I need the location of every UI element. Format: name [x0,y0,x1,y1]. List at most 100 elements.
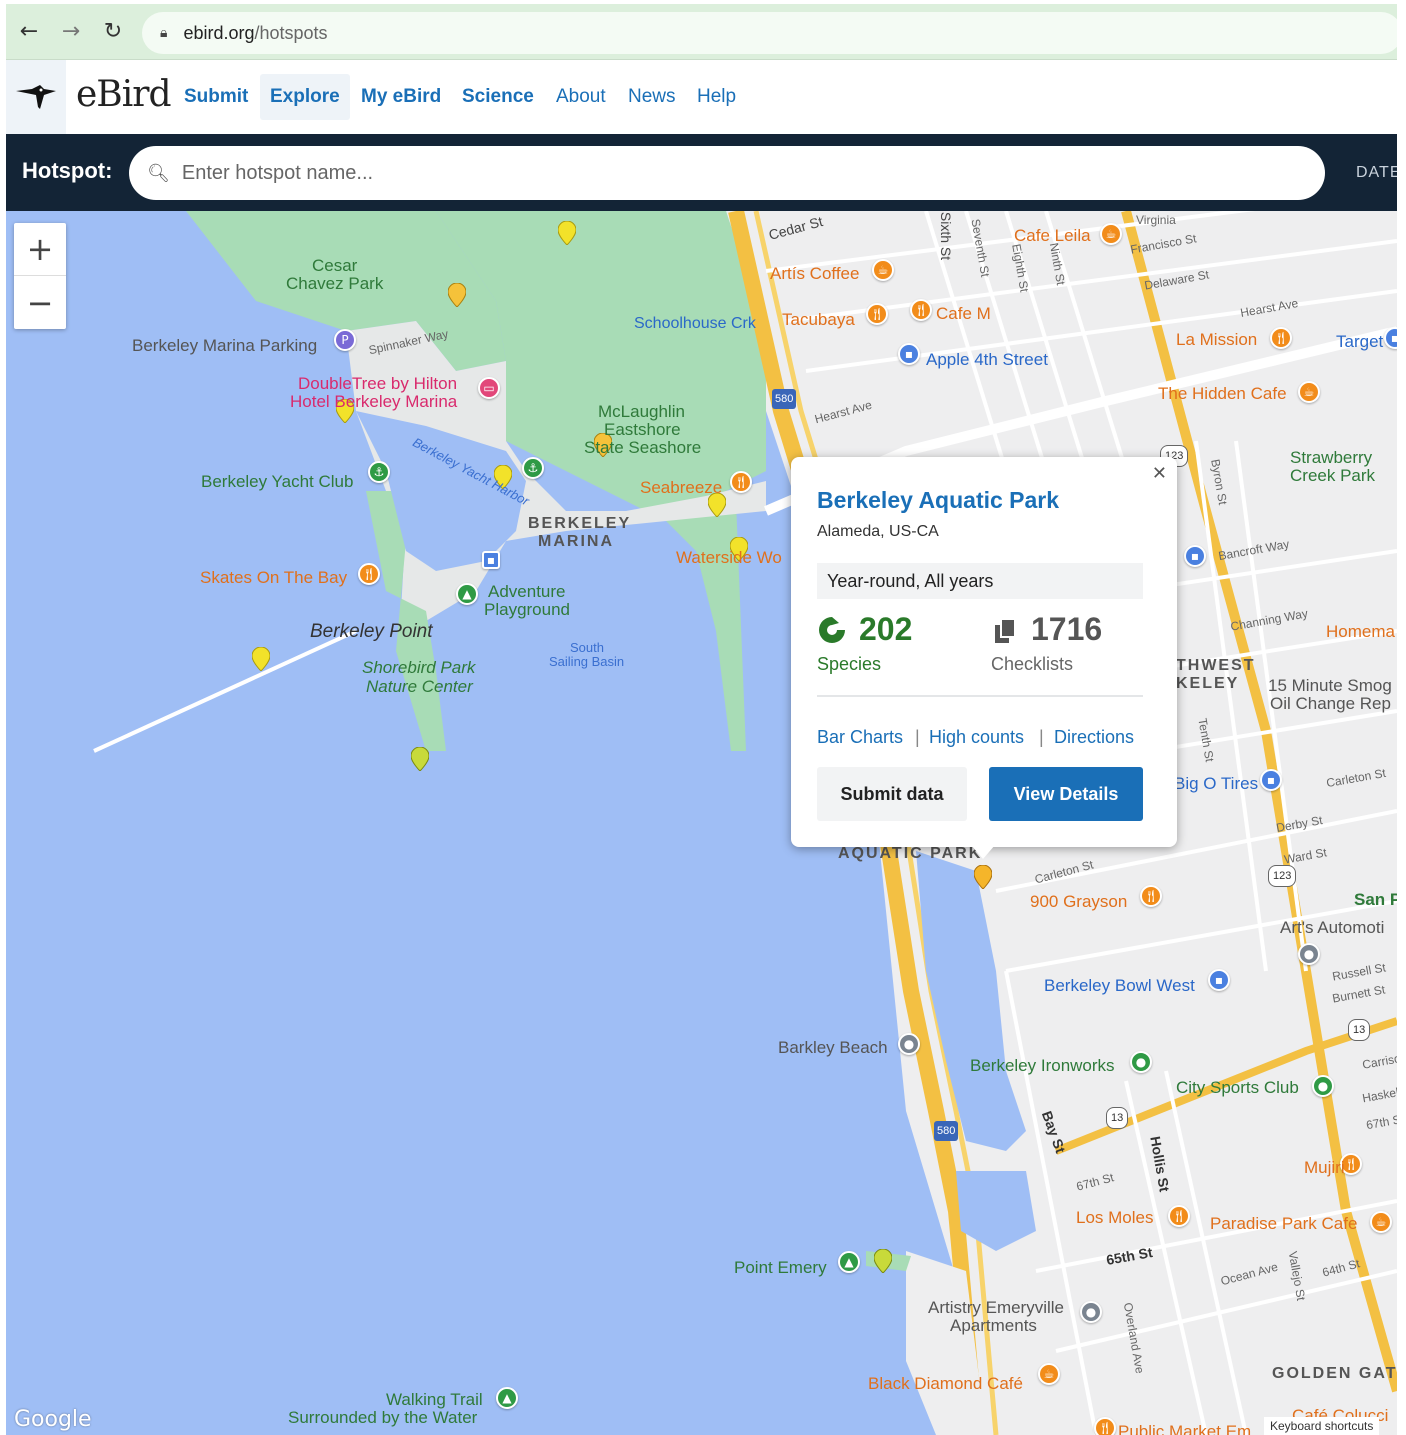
map-label-marina-parking: Berkeley Marina Parking [132,336,318,355]
date-filter-label[interactable]: DATE [1356,164,1397,182]
selected-hotspot-marker-icon[interactable] [974,865,992,889]
zoom-out-button[interactable]: − [14,276,66,329]
ebird-wordmark[interactable]: eBird [76,74,172,115]
map-label-artistry-emeryville-2: Apartments [950,1316,1037,1335]
directions-link[interactable]: Directions [1054,727,1134,748]
shopping-icon[interactable]: ▪ [898,343,920,365]
google-logo[interactable]: Google [14,1407,92,1432]
map-label-seabreeze: Seabreeze [640,478,723,497]
map-label-city-sports-club: City Sports Club [1176,1078,1299,1097]
restaurant-icon[interactable]: 🍴︎ [1094,1417,1116,1435]
map-label-paradise-park-cafe: Paradise Park Cafe [1210,1214,1358,1233]
restaurant-icon[interactable]: 🍴︎ [358,563,380,585]
bar-charts-link[interactable]: Bar Charts [817,727,903,748]
map-label-artistry-emeryville: Artistry Emeryville [928,1298,1065,1317]
hotel-icon[interactable]: ▭ [478,377,500,399]
restaurant-icon[interactable]: 🍴︎ [866,303,888,325]
submit-data-button[interactable]: Submit data [817,767,967,821]
nav-my-ebird[interactable]: My eBird [351,74,451,120]
shopping-icon[interactable]: ▪ [1184,545,1206,567]
map-label-point-emery: Point Emery [734,1258,827,1277]
hotspot-marker-icon[interactable] [448,283,466,307]
checklist-label: Checklists [991,654,1074,674]
place-icon[interactable]: ● [1130,1051,1152,1073]
cafe-icon[interactable]: ☕︎ [872,259,894,281]
cafe-icon[interactable]: ☕︎ [1298,381,1320,403]
restaurant-icon[interactable]: 🍴︎ [730,471,752,493]
shopping-icon[interactable]: ▪ [1208,969,1230,991]
ebird-bird-logo-icon[interactable] [6,60,66,134]
gym-icon[interactable]: ● [1312,1075,1334,1097]
keyboard-shortcuts-link[interactable]: Keyboard shortcuts [1264,1417,1380,1435]
map-label-barkley-beach: Barkley Beach [778,1038,888,1057]
nav-news[interactable]: News [618,74,686,120]
map-label-homema: Homema [1326,622,1395,641]
map-label-mclaughlin: McLaughlin [598,402,685,421]
apartment-icon[interactable]: ● [1080,1301,1102,1323]
service-icon[interactable]: ● [1298,943,1320,965]
transit-icon[interactable]: ▪ [482,551,500,569]
restaurant-icon[interactable]: 🍴︎ [1168,1205,1190,1227]
restaurant-icon[interactable]: 🍴︎ [1140,885,1162,907]
nav-submit[interactable]: Submit [174,74,258,120]
search-icon: 🔍︎ [147,162,170,184]
map-label-berkeley-ironworks: Berkeley Ironworks [970,1056,1115,1075]
period-selector[interactable]: Year-round, All years [817,563,1143,599]
route-580-shield-icon-2: 580 [934,1121,959,1141]
hotspot-region: Alameda, US-CA [817,523,939,540]
map-label-apple-4th-street: Apple 4th Street [926,350,1048,369]
map-label-arts-automotive: Art's Automoti [1280,918,1385,937]
close-icon[interactable]: ✕ [1152,463,1167,484]
nav-about[interactable]: About [546,74,616,120]
back-arrow-icon[interactable]: ← [14,16,44,46]
hotspot-marker-icon[interactable] [252,647,270,671]
parking-icon[interactable]: P [334,329,356,351]
map-label-west-berkeley-2: KELEY [1176,675,1240,692]
reload-icon[interactable]: ↻ [98,16,128,46]
map-label-adventure-playground-2: Playground [484,600,571,619]
boat-launch-icon[interactable]: ⚓ [522,457,544,479]
shopping-icon[interactable]: ▪ [1260,769,1282,791]
nav-explore[interactable]: Explore [260,74,350,120]
map-label-san-pablo: San Pa [1354,890,1397,909]
zoom-in-button[interactable]: + [14,223,66,276]
park-icon[interactable]: ▲ [496,1387,518,1409]
high-counts-link[interactable]: High counts [929,727,1024,748]
map-label-shorebird-park-2: Nature Center [366,677,473,696]
map-label-walking-trail: Walking Trail [386,1390,483,1409]
park-icon[interactable]: ▲ [456,583,478,605]
popup-divider [817,695,1143,697]
map-label-waterside: Waterside Wo [676,548,782,567]
nav-help[interactable]: Help [687,74,746,120]
beach-icon[interactable]: ● [898,1033,920,1055]
cafe-icon[interactable]: ☕︎ [1100,223,1122,245]
hotspot-marker-icon[interactable] [411,747,429,771]
map-label-berkeley-marina: BERKELEY [528,515,632,532]
hotspot-marker-icon[interactable] [874,1249,892,1273]
hotspot-title-link[interactable]: Berkeley Aquatic Park [817,487,1059,514]
hotspot-marker-icon[interactable] [558,221,576,245]
map-label-berkeley-bowl-west: Berkeley Bowl West [1044,976,1195,995]
hotspot-label: Hotspot: [22,158,113,183]
hotspot-search-input[interactable] [181,161,1282,185]
map-label-doubletree-2: Hotel Berkeley Marina [290,392,458,411]
forward-arrow-icon[interactable]: → [56,16,86,46]
map-label-artis-coffee: Artís Coffee [770,264,860,283]
browser-toolbar: ← → ↻ 🔒︎ ebird.org/hotspots [6,4,1397,60]
address-bar[interactable]: 🔒︎ ebird.org/hotspots [142,12,1397,54]
map-label-strawberry-creek-park-2: Creek Park [1290,466,1376,485]
restaurant-icon[interactable]: 🍴︎ [1270,327,1292,349]
yacht-club-icon[interactable]: ⚓ [368,461,390,483]
hotspot-map[interactable]: + − P ▭ ⚓ ⚓ 🍴︎ ▲ ▪ 🍴︎ ☕︎ ☕︎ 🍴︎ 🍴︎ ▪ 🍴︎ ☕… [6,211,1397,1435]
map-label-yacht-club: Berkeley Yacht Club [201,472,354,491]
species-bird-icon [819,617,845,643]
restaurant-icon[interactable]: 🍴︎ [910,299,932,321]
hotspot-search-field[interactable]: 🔍︎ [129,146,1325,200]
view-details-button[interactable]: View Details [989,767,1143,821]
cafe-icon[interactable]: ☕︎ [1038,1363,1060,1385]
map-label-smog-check-2: Oil Change Rep [1270,694,1391,713]
route-123-shield-icon-2: 123 [1268,865,1297,887]
park-icon[interactable]: ▲ [838,1251,860,1273]
cafe-icon[interactable]: ☕︎ [1370,1211,1392,1233]
nav-science[interactable]: Science [452,74,544,120]
